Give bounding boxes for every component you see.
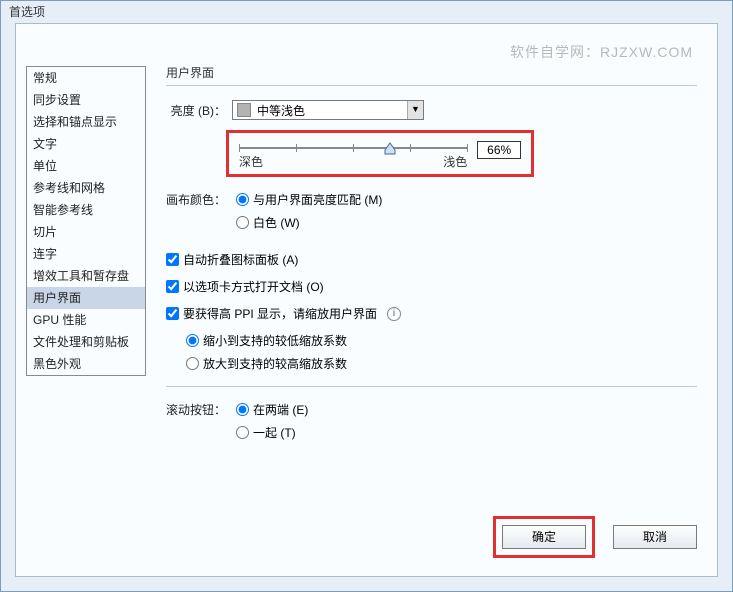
high-ppi-row[interactable]: 要获得高 PPI 显示，请缩放用户界面 i [166,305,697,322]
dialog-title: 首选项 [1,1,732,21]
sidebar-item[interactable]: 单位 [27,155,145,177]
sidebar-item[interactable]: 选择和锚点显示 [27,111,145,133]
brightness-slider[interactable]: 深色 浅色 [239,139,467,170]
auto-collapse-checkbox[interactable] [166,253,179,266]
section-divider [166,85,697,86]
slider-labels: 深色 浅色 [239,153,467,170]
radio-input[interactable] [186,334,199,347]
radio-option[interactable]: 放大到支持的较高缩放系数 [186,355,697,372]
radio-option[interactable]: 缩小到支持的较低缩放系数 [186,332,697,349]
slider-track [239,147,467,149]
high-ppi-checkbox[interactable] [166,307,179,320]
canvas-color-group: 与用户界面亮度匹配 (M) 白色 (W) [236,191,382,231]
radio-option[interactable]: 与用户界面亮度匹配 (M) [236,191,382,208]
radio-input[interactable] [236,193,249,206]
sidebar-item[interactable]: 增效工具和暂存盘 [27,265,145,287]
brightness-slider-highlight: 深色 浅色 66% [226,130,534,177]
main-panel: 用户界面 亮度 (B)： 中等浅色 ▼ [166,64,697,516]
radio-option[interactable]: 一起 (T) [236,424,308,441]
brightness-value-input[interactable]: 66% [477,141,521,159]
section-header: 用户界面 [166,64,697,81]
scroll-buttons-label: 滚动按钮： [166,401,232,418]
radio-input[interactable] [186,357,199,370]
preferences-dialog: 首选项 软件自学网：RJZXW.COM 常规同步设置选择和锚点显示文字单位参考线… [0,0,733,592]
sidebar-item[interactable]: 智能参考线 [27,199,145,221]
radio-label: 放大到支持的较高缩放系数 [203,355,347,372]
radio-option[interactable]: 白色 (W) [236,214,382,231]
sidebar-item[interactable]: 切片 [27,221,145,243]
ok-button[interactable]: 确定 [502,525,586,549]
radio-label: 一起 (T) [253,424,296,441]
cancel-button[interactable]: 取消 [613,525,697,549]
sidebar-item[interactable]: 连字 [27,243,145,265]
brightness-row: 亮度 (B)： 中等浅色 ▼ [166,100,697,120]
sidebar-item[interactable]: 黑色外观 [27,353,145,375]
sidebar-item[interactable]: 常规 [27,67,145,89]
sidebar-item[interactable]: 文字 [27,133,145,155]
radio-label: 与用户界面亮度匹配 (M) [253,191,382,208]
radio-label: 缩小到支持的较低缩放系数 [203,332,347,349]
button-bar: 确定 取消 [493,516,697,558]
scroll-buttons-group: 在两端 (E) 一起 (T) [236,401,308,441]
radio-label: 白色 (W) [253,214,300,231]
canvas-color-label: 画布颜色： [166,191,232,208]
section-divider-2 [166,386,697,387]
high-ppi-group: 缩小到支持的较低缩放系数放大到支持的较高缩放系数 [186,332,697,372]
ok-button-highlight: 确定 [493,516,595,558]
auto-collapse-row[interactable]: 自动折叠图标面板 (A) [166,251,697,268]
sidebar-item[interactable]: 参考线和网格 [27,177,145,199]
open-tabs-label: 以选项卡方式打开文档 (O) [183,278,324,295]
sidebar-item[interactable]: 同步设置 [27,89,145,111]
radio-label: 在两端 (E) [253,401,308,418]
brightness-label: 亮度 (B)： [166,102,232,119]
canvas-color-row: 画布颜色： 与用户界面亮度匹配 (M) 白色 (W) [166,191,697,231]
chevron-down-icon: ▼ [407,101,423,119]
category-sidebar: 常规同步设置选择和锚点显示文字单位参考线和网格智能参考线切片连字增效工具和暂存盘… [26,66,146,376]
brightness-swatch [237,103,251,117]
brightness-dropdown[interactable]: 中等浅色 ▼ [232,100,424,120]
sidebar-item[interactable]: 用户界面 [27,287,145,309]
radio-input[interactable] [236,426,249,439]
slider-thumb[interactable] [384,141,396,155]
watermark-text: 软件自学网：RJZXW.COM [510,42,693,62]
slider-min-label: 深色 [239,153,263,170]
radio-input[interactable] [236,403,249,416]
sidebar-item[interactable]: GPU 性能 [27,309,145,331]
radio-input[interactable] [236,216,249,229]
auto-collapse-label: 自动折叠图标面板 (A) [183,251,298,268]
sidebar-item[interactable]: 文件处理和剪贴板 [27,331,145,353]
scroll-buttons-row: 滚动按钮： 在两端 (E) 一起 (T) [166,401,697,441]
radio-option[interactable]: 在两端 (E) [236,401,308,418]
brightness-selected: 中等浅色 [255,102,407,119]
content-area: 软件自学网：RJZXW.COM 常规同步设置选择和锚点显示文字单位参考线和网格智… [15,23,718,577]
info-icon: i [387,307,401,321]
slider-max-label: 浅色 [443,153,467,170]
open-tabs-checkbox[interactable] [166,280,179,293]
open-tabs-row[interactable]: 以选项卡方式打开文档 (O) [166,278,697,295]
high-ppi-label: 要获得高 PPI 显示，请缩放用户界面 [183,305,377,322]
